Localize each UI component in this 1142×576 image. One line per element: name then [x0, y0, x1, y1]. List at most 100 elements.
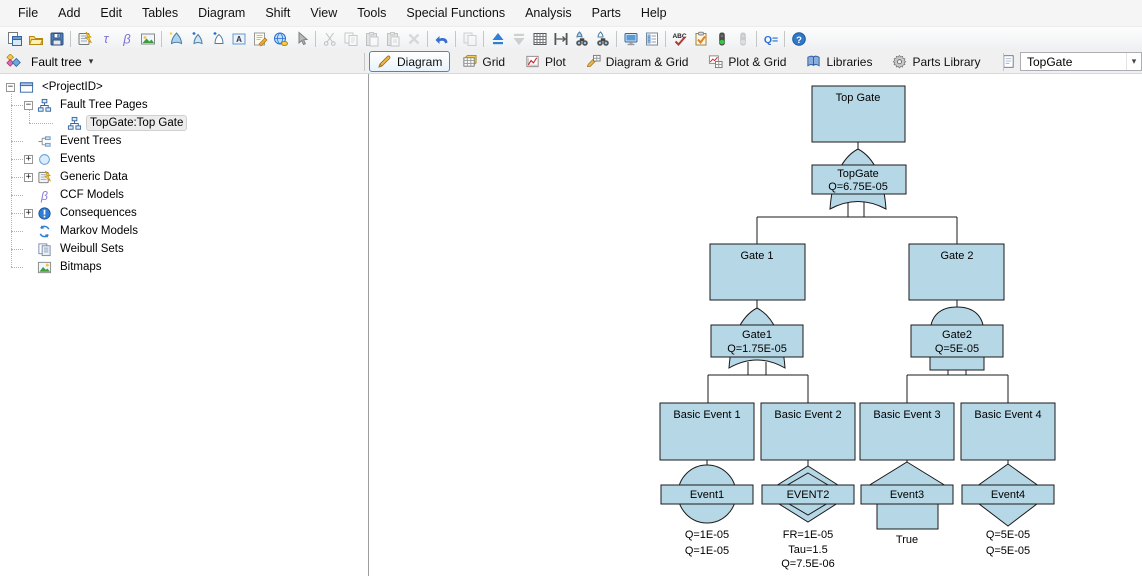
combo-dropdown-icon: ▾	[1126, 53, 1141, 70]
beta-button[interactable]: β	[116, 28, 137, 49]
status-green-button[interactable]	[711, 28, 732, 49]
node-basic-event-4-box[interactable]: Basic Event 4	[961, 403, 1055, 460]
tree-item-generic-data[interactable]: +Generic Data	[0, 168, 368, 186]
report-options-button[interactable]	[641, 28, 662, 49]
node-gate1-box[interactable]: Gate 1	[710, 244, 805, 300]
help-button[interactable]: ?	[788, 28, 809, 49]
svg-text:Top Gate: Top Gate	[836, 92, 881, 104]
tree-expander-plus[interactable]: +	[24, 173, 33, 182]
menu-analysis[interactable]: Analysis	[515, 0, 582, 26]
tab-diagram-grid[interactable]: Diagram & Grid	[578, 51, 697, 72]
menu-edit[interactable]: Edit	[90, 0, 132, 26]
weibull-icon	[37, 242, 52, 257]
toolbar-separator	[616, 31, 617, 47]
tab-libraries[interactable]: Libraries	[798, 51, 880, 72]
node-event3-house[interactable]: Event3 True	[861, 462, 953, 546]
tree-expander-plus[interactable]: +	[24, 155, 33, 164]
find-gate-button[interactable]	[571, 28, 592, 49]
add-event-plus-button[interactable]	[207, 28, 228, 49]
tree-expander-plus[interactable]: +	[24, 209, 33, 218]
tab-label: Plot & Grid	[728, 55, 786, 69]
copy-icon	[343, 31, 359, 47]
tree-item-bitmaps[interactable]: Bitmaps	[0, 258, 368, 276]
node-topgate-or-gate[interactable]: TopGate Q=6.75E-05	[812, 149, 906, 209]
table-grid-button[interactable]	[529, 28, 550, 49]
tree-item-markov-models[interactable]: Markov Models	[0, 222, 368, 240]
notes-button[interactable]	[249, 28, 270, 49]
node-event2-double-diamond[interactable]: EVENT2 FR=1E-05 Tau=1.5 Q=7.5E-06	[762, 466, 854, 570]
find-event-button[interactable]	[592, 28, 613, 49]
module-selector[interactable]: Fault tree ▾	[0, 54, 362, 69]
tree-item-label: Weibull Sets	[57, 242, 127, 256]
tab-diagram[interactable]: Diagram	[369, 51, 450, 72]
menu-tools[interactable]: Tools	[347, 0, 396, 26]
node-event4-diamond[interactable]: Event4 Q=5E-05 Q=5E-05	[962, 464, 1054, 557]
menu-add[interactable]: Add	[48, 0, 90, 26]
node-basic-event-1-box[interactable]: Basic Event 1	[660, 403, 754, 460]
tree-item-event-trees[interactable]: Event Trees	[0, 132, 368, 150]
insert-image-button[interactable]	[137, 28, 158, 49]
tree-item-fault-tree-pages[interactable]: −Fault Tree Pages	[0, 96, 368, 114]
tree-expander-minus[interactable]: −	[24, 101, 33, 110]
node-gate2-box[interactable]: Gate 2	[909, 244, 1004, 300]
tree-expander-minus[interactable]: −	[6, 83, 15, 92]
tau-button[interactable]: τ	[95, 28, 116, 49]
fit-width-button[interactable]	[550, 28, 571, 49]
tab-parts-library[interactable]: Parts Library	[884, 51, 988, 72]
q-equals-button[interactable]: Q=	[760, 28, 781, 49]
event-tree-icon	[37, 134, 52, 149]
move-up-icon	[490, 31, 506, 47]
node-gate2-and-gate[interactable]: Gate2 Q=5E-05	[911, 307, 1003, 370]
menu-diagram[interactable]: Diagram	[188, 0, 255, 26]
add-gate-button[interactable]	[165, 28, 186, 49]
tree-item-weibull-sets[interactable]: Weibull Sets	[0, 240, 368, 258]
tree-item-consequences[interactable]: + Consequences	[0, 204, 368, 222]
menu-shift[interactable]: Shift	[255, 0, 300, 26]
svg-text:Q=1E-05: Q=1E-05	[685, 529, 729, 541]
text-box-button[interactable]: A	[228, 28, 249, 49]
menu-parts[interactable]: Parts	[582, 0, 631, 26]
tree-item-events[interactable]: +Events	[0, 150, 368, 168]
menu-help[interactable]: Help	[631, 0, 677, 26]
menu-bar: FileAddEditTablesDiagramShiftViewToolsSp…	[0, 0, 1142, 27]
node-gate1-or-gate[interactable]: Gate1 Q=1.75E-05	[711, 308, 803, 368]
node-basic-event-2-box[interactable]: Basic Event 2	[761, 403, 855, 460]
move-up-button[interactable]	[487, 28, 508, 49]
tree-item-ccf-models[interactable]: βCCF Models	[0, 186, 368, 204]
gate-select-combobox[interactable]: TopGate ▾	[1020, 52, 1142, 71]
tab-plot[interactable]: Plot	[517, 51, 574, 72]
new-page-button[interactable]	[4, 28, 25, 49]
menu-file[interactable]: File	[8, 0, 48, 26]
svg-text:β: β	[40, 189, 48, 203]
verify-button[interactable]	[690, 28, 711, 49]
project-icon	[19, 80, 34, 95]
undo-button[interactable]	[431, 28, 452, 49]
menu-special-functions[interactable]: Special Functions	[396, 0, 515, 26]
svg-text:A: A	[236, 35, 242, 44]
node-basic-event-3-box[interactable]: Basic Event 3	[860, 403, 954, 460]
move-down-button	[508, 28, 529, 49]
analysis-button[interactable]	[620, 28, 641, 49]
diagram-canvas[interactable]: Top Gate TopGate Q=6.75E-05 Gate 1 Gate1…	[369, 74, 1142, 576]
add-gate-plus-button[interactable]	[186, 28, 207, 49]
tree-item-projectid[interactable]: −<ProjectID>	[0, 78, 368, 96]
tree-guide-stub	[11, 231, 23, 232]
open-folder-button[interactable]	[25, 28, 46, 49]
add-event-plus-icon	[210, 31, 226, 47]
tab-grid[interactable]: Grid	[454, 51, 513, 72]
book-icon	[806, 54, 821, 69]
tau-icon: τ	[98, 31, 114, 47]
node-top-gate-box[interactable]: Top Gate	[812, 86, 905, 142]
tree-item-label: Consequences	[57, 206, 140, 220]
hyperlink-button[interactable]	[270, 28, 291, 49]
svg-text:Q=1E-05: Q=1E-05	[685, 545, 729, 557]
node-event1-circle[interactable]: Event1 Q=1E-05 Q=1E-05	[661, 465, 753, 557]
spellcheck-button[interactable]: ABC	[669, 28, 690, 49]
edit-tables-button[interactable]	[74, 28, 95, 49]
save-button[interactable]	[46, 28, 67, 49]
menu-view[interactable]: View	[300, 0, 347, 26]
menu-tables[interactable]: Tables	[132, 0, 188, 26]
pointer-button[interactable]	[291, 28, 312, 49]
tree-item-topgate-top-gate[interactable]: TopGate:Top Gate	[0, 114, 368, 132]
tab-plot-grid[interactable]: Plot & Grid	[700, 51, 794, 72]
